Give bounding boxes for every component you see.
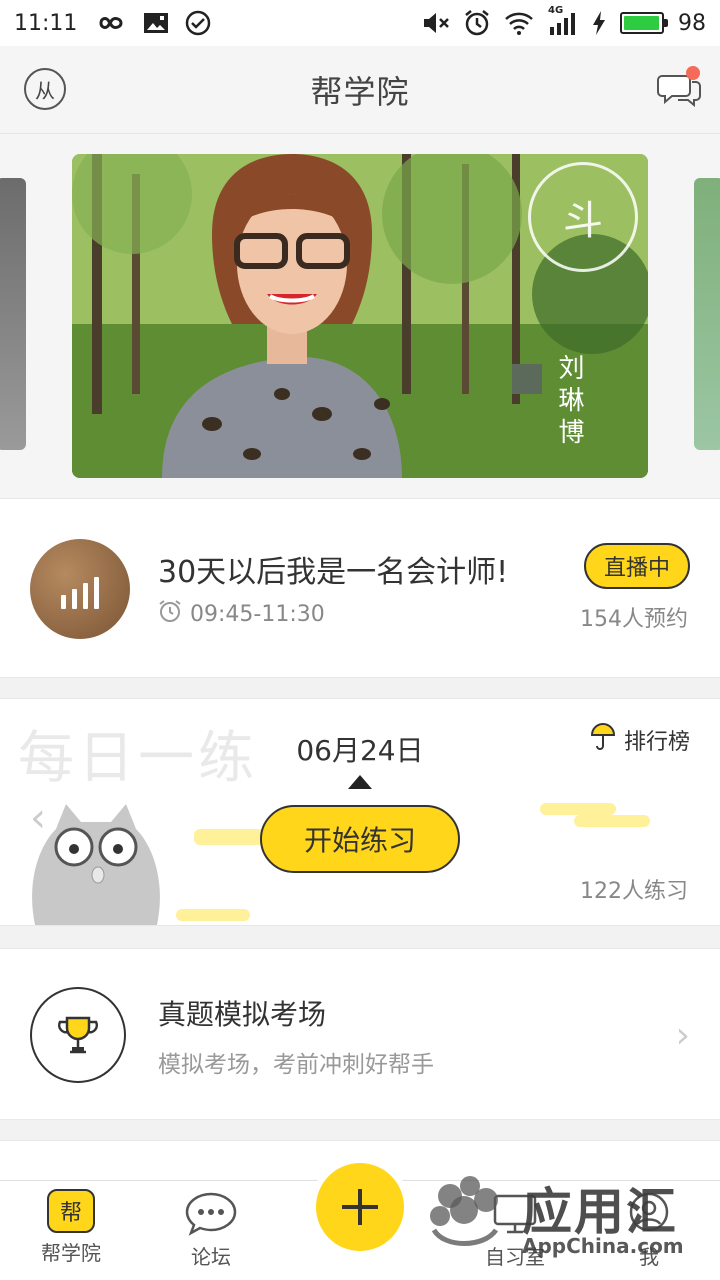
page-title: 帮学院: [310, 72, 410, 111]
signal-4g-icon: 4G: [548, 5, 578, 35]
logo-button[interactable]: 从: [24, 68, 66, 110]
start-practice-button[interactable]: 开始练习: [260, 805, 460, 873]
banner-signature: 刘琳博: [554, 354, 584, 450]
mute-icon: [422, 11, 450, 35]
mock-exam-title: 真题模拟考场: [158, 998, 327, 1031]
check-circle-icon: [185, 10, 211, 36]
user-icon: [623, 1189, 675, 1237]
alarm-clock-icon: [158, 599, 182, 629]
battery-fill: [624, 16, 660, 30]
ranking-link[interactable]: 排行榜: [590, 723, 690, 757]
live-course-time-text: 09:45-11:30: [190, 601, 325, 627]
home-badge-icon: 帮: [47, 1189, 95, 1233]
decorative-stroke: [574, 815, 650, 827]
ranking-label: 排行榜: [623, 730, 690, 755]
monitor-icon: [489, 1189, 541, 1237]
date-pointer-icon: [348, 775, 372, 789]
nav-item-forum[interactable]: 论坛: [156, 1189, 266, 1277]
status-bar: 11:11 4G 98: [0, 0, 720, 46]
live-course-title: 30天以后我是一名会计师!: [158, 555, 509, 590]
wifi-icon: [504, 11, 534, 35]
nav-home-label: 帮学院: [41, 1241, 101, 1265]
bottom-navigation: 帮 帮学院 论坛 自习室 我: [0, 1163, 720, 1280]
plus-icon[interactable]: [316, 1163, 404, 1251]
alarm-icon: [464, 10, 490, 36]
nav-study-label: 自习室: [485, 1245, 545, 1269]
daily-practice-card: 每日一练 06月24日 排行榜 ‹ 开始练习 122人练习: [0, 698, 720, 926]
nav-item-me[interactable]: 我: [594, 1189, 704, 1277]
nav-item-study-room[interactable]: 自习室: [460, 1189, 570, 1277]
live-reservation-count: 154人预约: [580, 607, 688, 632]
chat-bubble-icon: [185, 1189, 237, 1237]
nav-forum-label: 论坛: [191, 1245, 231, 1269]
umbrella-icon: [590, 723, 616, 757]
live-course-time: 09:45-11:30: [158, 599, 325, 629]
app-header: 从 帮学院: [0, 46, 720, 134]
image-icon: [143, 12, 169, 34]
battery-level: 98: [678, 10, 706, 36]
banner-person-photo: [162, 154, 402, 478]
live-course-card[interactable]: 30天以后我是一名会计师! 09:45-11:30 直播中 154人预约: [0, 498, 720, 678]
network-label: 4G: [548, 5, 564, 16]
notification-dot: [686, 66, 700, 80]
brand-stamp: 斗: [528, 162, 638, 272]
live-course-avatar: [30, 539, 130, 639]
banner-carousel[interactable]: 斗 刘琳博: [0, 134, 720, 498]
battery-icon: [620, 12, 668, 34]
banner-slide[interactable]: 斗 刘琳博: [72, 154, 648, 478]
nav-item-home[interactable]: 帮 帮学院: [16, 1189, 126, 1277]
mascot-illustration: [32, 804, 160, 925]
practice-count: 122人练习: [580, 879, 688, 904]
chevron-right-icon[interactable]: ›: [676, 1015, 690, 1056]
decorative-stroke: [176, 909, 250, 921]
trophy-icon: [30, 987, 126, 1083]
charging-icon: [592, 11, 606, 35]
banner-next-slide[interactable]: [694, 178, 720, 450]
infinity-icon: [93, 13, 127, 33]
mock-exam-subtitle: 模拟考场，考前冲刺好帮手: [158, 1052, 434, 1078]
decorative-stroke: [540, 803, 616, 815]
status-time: 11:11: [14, 10, 78, 36]
mock-exam-card[interactable]: 真题模拟考场 模拟考场，考前冲刺好帮手 ›: [0, 948, 720, 1120]
banner-prev-slide[interactable]: [0, 178, 26, 450]
live-status-badge[interactable]: 直播中: [583, 543, 690, 589]
nav-me-label: 我: [639, 1245, 659, 1269]
chat-bubbles-icon[interactable]: [656, 66, 702, 112]
